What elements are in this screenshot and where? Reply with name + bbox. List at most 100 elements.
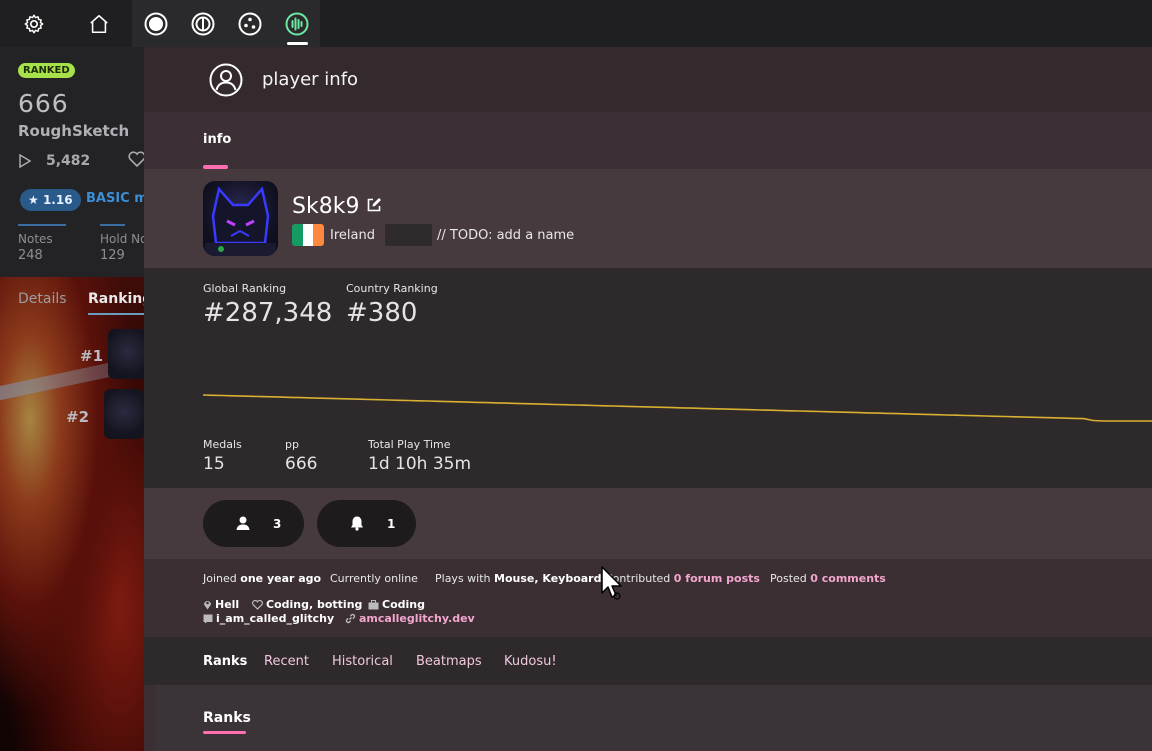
toolbar	[0, 0, 1152, 47]
subscribers-count: 1	[387, 517, 396, 531]
flag-stripe-orange	[313, 224, 324, 246]
tab-details[interactable]: Details	[18, 291, 67, 307]
overlay-header: player info	[144, 47, 1152, 112]
app-root: RANKED 666 RoughSketch 5,482 ★ 1.16 BASI…	[0, 0, 1152, 751]
player-info-overlay: player info info Sk8k9 Ireland // TODO: …	[144, 47, 1152, 751]
country-flag-icon	[292, 224, 324, 246]
website-link[interactable]: amcalleglitchy.dev	[359, 612, 475, 625]
profile-info: Joined one year ago Currently online Pla…	[144, 559, 1152, 637]
location-info: Hell	[203, 598, 239, 611]
beatmap-title: 666	[18, 89, 69, 118]
section-tab-ranks[interactable]: Ranks	[203, 654, 247, 669]
location-value: Hell	[215, 598, 240, 611]
beatmap-panel: RANKED 666 RoughSketch 5,482 ★ 1.16 BASI…	[0, 47, 150, 751]
occupation-info: Coding	[368, 598, 425, 611]
country-name[interactable]: Ireland	[330, 228, 375, 243]
home-button[interactable]	[78, 0, 120, 47]
joined-info: Joined one year ago	[203, 572, 322, 585]
followers-button[interactable]: 3	[203, 500, 304, 547]
difficulty-name: BASIC m	[86, 191, 148, 206]
beatmap-status-badge: RANKED	[18, 63, 75, 78]
stat-label-holds: Hold No	[100, 232, 148, 246]
stat-value-notes: 248	[18, 248, 43, 263]
bell-icon	[351, 516, 363, 531]
occupation-value: Coding	[382, 598, 425, 611]
avatar-image	[205, 186, 276, 256]
discord-icon	[203, 614, 213, 623]
country-ranking-value: #380	[346, 298, 418, 328]
medals-value: 15	[203, 454, 225, 474]
forum-posts-link[interactable]: 0 forum posts	[674, 572, 760, 585]
ruleset-osu-icon	[144, 12, 168, 35]
social-buttons: 3 1	[144, 488, 1152, 559]
overlay-title: player info	[262, 69, 359, 90]
rank-history-graph[interactable]	[203, 393, 1152, 423]
profile-todo-text: // TODO: add a name	[437, 228, 575, 243]
flag-stripe-white	[302, 224, 314, 246]
pp-value: 666	[285, 454, 318, 474]
leaderboard-rank-1: #1	[80, 347, 104, 365]
user-circle-icon	[209, 63, 243, 97]
joined-value: one year ago	[240, 572, 322, 585]
ruleset-osu-button[interactable]	[140, 0, 172, 47]
heart-icon	[252, 599, 263, 610]
overlay-tab-bar: info	[144, 112, 1152, 169]
profile-header: Sk8k9 Ireland // TODO: add a name	[144, 169, 1152, 268]
beatmap-play-count: 5,482	[18, 153, 90, 169]
ruleset-catch-button[interactable]	[234, 0, 266, 47]
section-tab-historical[interactable]: Historical	[332, 654, 393, 669]
gear-icon	[24, 14, 44, 33]
username: Sk8k9	[292, 194, 360, 219]
global-ranking-label: Global Ranking	[203, 282, 287, 295]
avatar[interactable]	[203, 181, 278, 256]
stat-value-holds: 129	[100, 248, 125, 263]
global-ranking-value: #287,348	[203, 298, 333, 328]
subscribers-button[interactable]: 1	[317, 500, 416, 547]
ranks-section: Ranks	[156, 685, 1152, 751]
interests-info: Coding, botting	[252, 598, 362, 611]
ranks-section-title: Ranks	[203, 710, 251, 726]
leaderboard-avatar-2[interactable]	[104, 389, 144, 439]
ruleset-taiko-button[interactable]	[187, 0, 219, 47]
leaderboard-avatar-1[interactable]	[108, 329, 148, 379]
website-info: amcalleglitchy.dev	[345, 612, 475, 625]
tab-info[interactable]: info	[203, 132, 231, 147]
edit-icon[interactable]	[366, 197, 382, 213]
ranks-section-underline	[203, 731, 246, 734]
rank-history-line	[203, 395, 1152, 421]
star-rating-badge: ★ 1.16	[20, 189, 81, 211]
playtime-label: Total Play Time	[368, 438, 451, 451]
followers-count: 3	[273, 517, 282, 531]
flag-stripe-green	[292, 224, 303, 246]
briefcase-icon	[368, 599, 379, 609]
tab-ranking[interactable]: Ranking	[88, 291, 150, 307]
ruleset-mania-button[interactable]	[281, 0, 313, 47]
online-status: Currently online	[330, 572, 418, 585]
comments-link[interactable]: 0 comments	[810, 572, 886, 585]
user-icon	[236, 516, 250, 530]
map-pin-icon	[204, 601, 211, 610]
medals-label: Medals	[203, 438, 242, 451]
section-tab-recent[interactable]: Recent	[264, 654, 309, 669]
plays-with-info: Plays with Mouse, Keyboard	[435, 572, 602, 585]
interests-value: Coding, botting	[266, 598, 363, 611]
ruleset-mania-icon	[285, 12, 309, 35]
section-tab-beatmaps[interactable]: Beatmaps	[416, 654, 482, 669]
discord-info: i_am_called_glitchy	[203, 612, 334, 625]
discord-value: i_am_called_glitchy	[216, 612, 335, 625]
playtime-value: 1d 10h 35m	[368, 454, 472, 474]
ruleset-taiko-icon	[191, 12, 215, 35]
pp-label: pp	[285, 438, 299, 451]
star-rating-value: 1.16	[42, 193, 73, 207]
beatmap-artist: RoughSketch	[18, 122, 130, 140]
settings-button[interactable]	[14, 0, 54, 47]
posted-info: Posted 0 comments	[770, 572, 886, 585]
section-tab-kudosu[interactable]: Kudosu!	[504, 654, 557, 669]
active-ruleset-indicator	[287, 42, 308, 45]
mouse-cursor-icon	[601, 566, 622, 600]
stat-label-notes: Notes	[18, 232, 53, 246]
play-icon	[19, 154, 32, 168]
redacted-name-box	[385, 224, 432, 246]
leaderboard-rank-2: #2	[66, 408, 90, 426]
ranking-stats: Global Ranking #287,348 Country Ranking …	[144, 268, 1152, 488]
